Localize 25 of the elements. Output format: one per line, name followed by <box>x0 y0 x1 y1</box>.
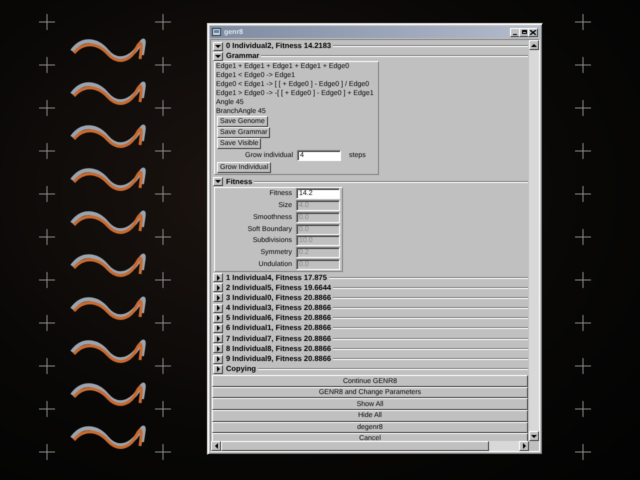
expand-toggle[interactable] <box>213 177 223 186</box>
expand-toggle[interactable] <box>213 324 223 333</box>
expand-toggle[interactable] <box>213 314 223 323</box>
expand-toggle[interactable] <box>213 283 223 292</box>
expand-toggle[interactable] <box>213 334 223 344</box>
expand-toggle[interactable] <box>213 364 223 374</box>
expand-toggle[interactable] <box>213 344 223 354</box>
expand-toggle[interactable] <box>213 42 223 50</box>
app-icon <box>212 28 221 36</box>
expand-toggle[interactable] <box>213 354 223 364</box>
scroll-thumb[interactable] <box>221 441 489 451</box>
vertical-scrollbar[interactable] <box>529 40 539 441</box>
scroll-right-button[interactable] <box>519 441 529 451</box>
scroll-up-button[interactable] <box>529 40 539 50</box>
scroll-left-button[interactable] <box>211 441 221 451</box>
close-icon <box>530 30 536 34</box>
expand-toggle[interactable] <box>213 293 223 302</box>
minimize-button[interactable] <box>510 28 520 36</box>
expand-toggle[interactable] <box>213 52 223 61</box>
scroll-down-button[interactable] <box>529 431 539 441</box>
expand-toggle[interactable] <box>213 273 223 282</box>
maximize-button[interactable] <box>519 28 529 36</box>
close-button[interactable] <box>528 28 538 36</box>
horizontal-scrollbar[interactable] <box>211 441 529 451</box>
expand-toggle[interactable] <box>213 304 223 313</box>
